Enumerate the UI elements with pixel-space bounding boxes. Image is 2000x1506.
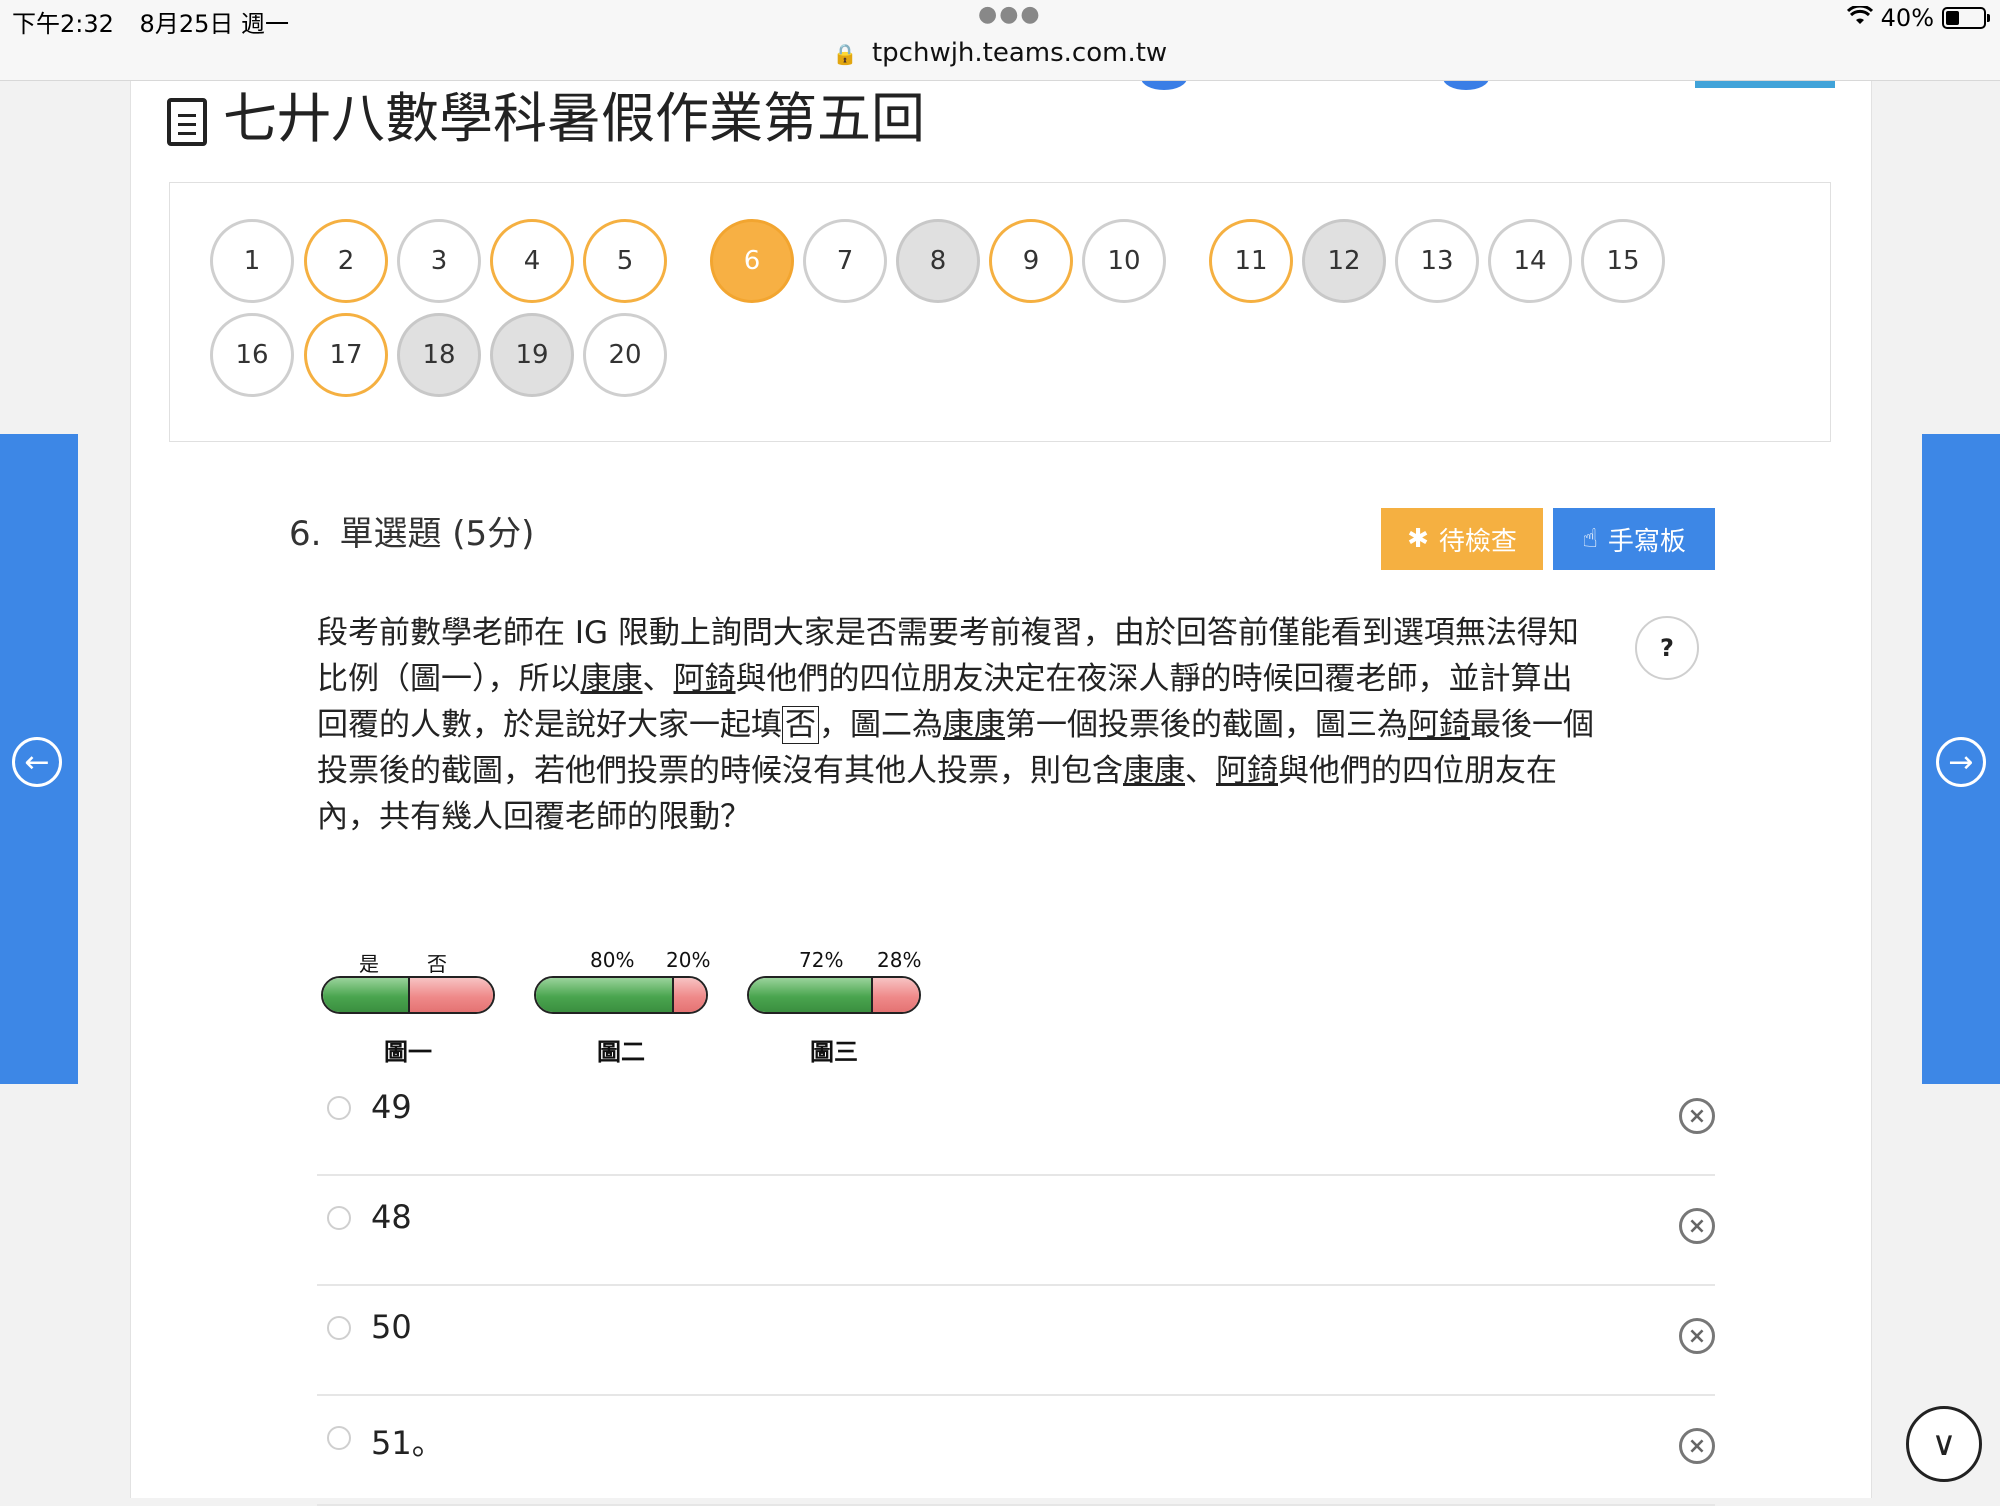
right-arrow-icon[interactable]: →: [1936, 737, 1986, 787]
address-bar[interactable]: 🔒 tpchwjh.teams.com.tw: [0, 38, 2000, 68]
poll-bar: [747, 976, 921, 1014]
option-value: 50: [371, 1308, 412, 1346]
question-nav-11[interactable]: 11: [1209, 219, 1293, 303]
figure-left-label: 72%: [799, 948, 844, 972]
question-nav-8[interactable]: 8: [896, 219, 980, 303]
name-kangkang: 康康: [1123, 753, 1185, 789]
left-arrow-icon[interactable]: ←: [12, 737, 62, 787]
handwriting-board-label: 手寫板: [1607, 526, 1686, 557]
question-type: 單選題 (5分): [339, 514, 535, 554]
question-nav-4[interactable]: 4: [490, 219, 574, 303]
scroll-down-icon[interactable]: ∨: [1906, 1406, 1982, 1482]
option-radio[interactable]: [327, 1096, 351, 1120]
name-aqi: 阿錡: [673, 661, 736, 697]
prev-question-panel[interactable]: ←: [0, 434, 78, 1084]
option-radio[interactable]: [327, 1316, 351, 1340]
bug-icon: ✱: [1407, 524, 1429, 554]
status-date: 8月25日 週一: [139, 10, 289, 38]
status-time-date: 下午2:32 8月25日 週一: [12, 4, 307, 39]
question-nav-9[interactable]: 9: [989, 219, 1073, 303]
poll-bar: [321, 976, 495, 1014]
figure-1: 是 否 圖一: [321, 946, 501, 1066]
question-nav-15[interactable]: 15: [1581, 219, 1665, 303]
lock-icon: 🔒: [832, 42, 858, 66]
battery-percent: 40%: [1880, 4, 1934, 32]
question-number: 6.: [289, 514, 322, 554]
figure-left-label: 80%: [590, 948, 635, 972]
option-row[interactable]: 48 ×: [317, 1174, 1715, 1286]
wifi-icon: [1846, 4, 1873, 32]
name-kangkang: 康康: [580, 661, 643, 697]
question-text-part: ，圖二為: [819, 707, 943, 743]
question-nav-17[interactable]: 17: [304, 313, 388, 397]
option-value: 49: [371, 1088, 412, 1126]
question-text-part: 第一個投票後的截圖，圖三為: [1005, 707, 1408, 743]
question-nav-3[interactable]: 3: [397, 219, 481, 303]
question-text: 段考前數學老師在 IG 限動上詢問大家是否需要考前複習，由於回答前僅能看到選項無…: [317, 610, 1597, 840]
figure-caption: 圖一: [384, 1037, 432, 1066]
question-nav-20[interactable]: 20: [583, 313, 667, 397]
figure-right-label: 否: [427, 952, 447, 976]
question-nav-10[interactable]: 10: [1082, 219, 1166, 303]
option-row[interactable]: 51。 ×: [317, 1394, 1715, 1506]
question-nav-13[interactable]: 13: [1395, 219, 1479, 303]
eliminate-option-icon[interactable]: ×: [1679, 1428, 1715, 1464]
name-aqi: 阿錡: [1408, 707, 1470, 743]
question-text-part: 、: [642, 661, 674, 697]
browser-status-bar: 下午2:32 8月25日 週一 ●●● 🔒 tpchwjh.teams.com.…: [0, 0, 2000, 81]
mark-review-label: 待檢查: [1438, 526, 1517, 557]
eliminate-option-icon[interactable]: ×: [1679, 1208, 1715, 1244]
handwriting-board-button[interactable]: ☝ 手寫板: [1553, 508, 1715, 570]
status-indicators: 40%: [1846, 4, 1990, 32]
document-icon: [167, 98, 207, 147]
quiz-card: 七廾八數學科暑假作業第五回 1 2 3 4 5 6 7 8 9 10 11 12 13 14 15 16 17 1…: [130, 66, 1872, 1506]
question-header: 6. 單選題 (5分): [289, 506, 534, 555]
url-text: tpchwjh.teams.com.tw: [871, 38, 1168, 68]
option-radio[interactable]: [327, 1206, 351, 1230]
poll-bar: [534, 976, 708, 1014]
eliminate-option-icon[interactable]: ×: [1679, 1098, 1715, 1134]
status-time: 下午2:32: [12, 10, 114, 38]
question-nav-19[interactable]: 19: [490, 313, 574, 397]
figure-2: 80% 20% 圖二: [534, 946, 714, 1066]
question-nav-1[interactable]: 1: [210, 219, 294, 303]
more-dots-icon[interactable]: ●●●: [978, 2, 1042, 27]
question-nav-6[interactable]: 6: [710, 219, 794, 303]
figure-caption: 圖三: [810, 1037, 858, 1066]
figure-right-label: 28%: [877, 948, 922, 972]
mark-review-button[interactable]: ✱ 待檢查: [1381, 508, 1543, 570]
page-title-text: 七廾八數學科暑假作業第五回: [223, 87, 925, 150]
question-nav-16[interactable]: 16: [210, 313, 294, 397]
hand-pointer-icon: ☝: [1582, 524, 1598, 554]
name-kangkang: 康康: [943, 707, 1005, 743]
option-row[interactable]: 50 ×: [317, 1284, 1715, 1396]
figure-right-label: 20%: [666, 948, 711, 972]
figure-left-label: 是: [359, 952, 379, 976]
next-question-panel[interactable]: →: [1922, 434, 2000, 1084]
boxed-answer: 否: [782, 706, 819, 744]
option-row[interactable]: 49 ×: [317, 1064, 1715, 1176]
question-nav-2[interactable]: 2: [304, 219, 388, 303]
question-nav-7[interactable]: 7: [803, 219, 887, 303]
battery-icon: [1942, 7, 1990, 29]
question-text-part: 、: [1185, 753, 1216, 789]
option-radio[interactable]: [327, 1426, 351, 1450]
option-value: 51。: [371, 1424, 444, 1462]
option-value: 48: [371, 1198, 412, 1236]
figure-caption: 圖二: [597, 1037, 645, 1066]
question-navigator: 1 2 3 4 5 6 7 8 9 10 11 12 13 14 15 16 17 18 19 20: [169, 182, 1831, 442]
question-nav-5[interactable]: 5: [583, 219, 667, 303]
eliminate-option-icon[interactable]: ×: [1679, 1318, 1715, 1354]
question-nav-14[interactable]: 14: [1488, 219, 1572, 303]
page-title: 七廾八數學科暑假作業第五回: [167, 74, 925, 153]
name-aqi: 阿錡: [1216, 753, 1278, 789]
question-nav-12[interactable]: 12: [1302, 219, 1386, 303]
question-nav-18[interactable]: 18: [397, 313, 481, 397]
figure-3: 72% 28% 圖三: [747, 946, 927, 1066]
help-button[interactable]: ?: [1635, 616, 1699, 680]
